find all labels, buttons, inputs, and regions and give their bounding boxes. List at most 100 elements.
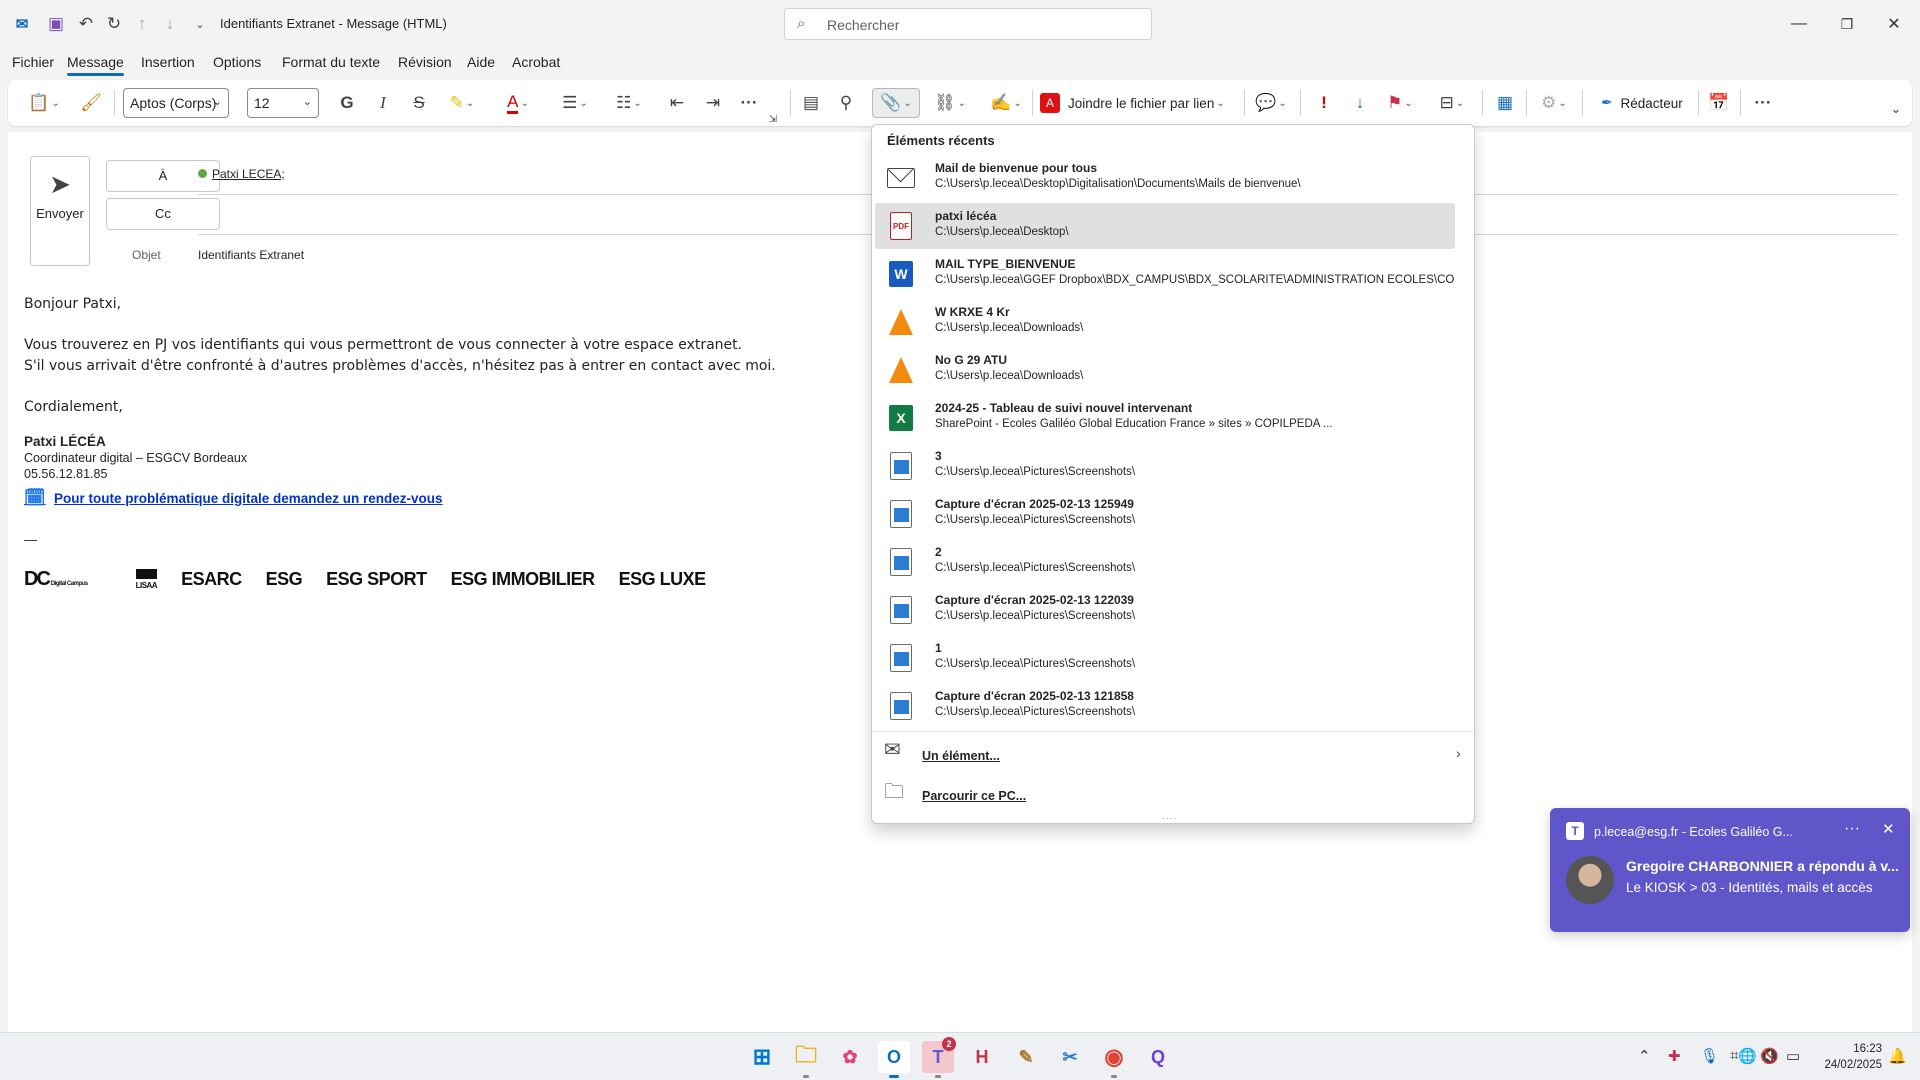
chrome-icon[interactable]: ◉ xyxy=(1098,1041,1130,1078)
recent-item[interactable]: W MAIL TYPE_BIENVENUE C:\Users\p.lecea\G… xyxy=(875,251,1455,297)
restore-button[interactable]: ❐ xyxy=(1832,12,1862,36)
minimize-button[interactable]: — xyxy=(1784,12,1814,36)
search-icon: ⌕ xyxy=(797,15,806,32)
more-icon[interactable]: ··· xyxy=(1844,820,1860,838)
recent-item[interactable]: W KRXE 4 Kr C:\Users\p.lecea\Downloads\ xyxy=(875,299,1455,345)
recent-item[interactable]: 1 C:\Users\p.lecea\Pictures\Screenshots\ xyxy=(875,635,1455,681)
recent-item[interactable]: No G 29 ATU C:\Users\p.lecea\Downloads\ xyxy=(875,347,1455,393)
font-size-dropdown[interactable]: 12 ⌄ xyxy=(247,88,319,118)
file-explorer-icon[interactable]: 🗀 xyxy=(790,1041,822,1078)
separator xyxy=(1300,90,1301,116)
collapse-ribbon-icon[interactable]: ⌄ xyxy=(1886,94,1906,124)
decrease-indent-icon[interactable]: ⇤ xyxy=(664,88,690,118)
h-app-icon[interactable]: H xyxy=(966,1041,998,1073)
mail-icon xyxy=(887,163,915,193)
outlook-taskbar-icon[interactable]: O xyxy=(878,1041,910,1078)
more-format-icon[interactable]: ··· xyxy=(736,88,762,118)
chevron-right-icon[interactable]: › xyxy=(1456,745,1461,761)
tab-message[interactable]: Message xyxy=(67,54,124,76)
browse-pc-option[interactable]: Parcourir ce PC... xyxy=(922,789,1026,803)
tray-app-icon[interactable]: ✚ xyxy=(1668,1047,1681,1065)
signature-button[interactable]: ✍ ⌄ xyxy=(986,88,1026,118)
bold-button[interactable]: G xyxy=(334,88,360,118)
redo-icon[interactable]: ↻ xyxy=(102,12,126,36)
next-item-icon[interactable]: ↓ xyxy=(158,12,182,36)
tab-acrobat[interactable]: Acrobat xyxy=(512,54,560,70)
scheduling-icon[interactable]: 📅 xyxy=(1706,88,1732,118)
check-names-icon[interactable]: ⚲ xyxy=(832,88,860,118)
strikethrough-button[interactable]: S xyxy=(406,88,432,118)
creative-cloud-icon[interactable]: ✿ xyxy=(834,1041,866,1073)
start-icon[interactable]: ⊞ xyxy=(746,1041,778,1073)
tab-revision[interactable]: Révision xyxy=(398,54,452,70)
link-button[interactable]: ⛓ ⌄ xyxy=(926,88,974,118)
tab-aide[interactable]: Aide xyxy=(467,54,495,70)
reply-with-meeting-button[interactable]: 💬 ⌄ xyxy=(1252,88,1290,118)
search-input[interactable]: ⌕ Rechercher xyxy=(784,8,1152,40)
battery-icon[interactable]: ▭ xyxy=(1786,1047,1800,1065)
customize-toolbar-icon[interactable]: ⌄ xyxy=(188,12,212,36)
recent-item[interactable]: Capture d'écran 2025-02-13 121858 C:\Use… xyxy=(875,683,1455,729)
attach-item-option[interactable]: Un élément... xyxy=(922,749,1000,763)
recent-item[interactable]: Capture d'écran 2025-02-13 122039 C:\Use… xyxy=(875,587,1455,633)
save-icon[interactable]: ▣ xyxy=(44,12,68,36)
microphone-icon[interactable]: 🎙 xyxy=(1700,1047,1719,1065)
recent-item-path: C:\Users\p.lecea\Downloads\ xyxy=(935,322,1084,334)
attach-file-button[interactable]: 📎 ⌄ xyxy=(872,88,920,118)
pen-app-icon[interactable]: ✎ xyxy=(1010,1041,1042,1073)
teams-notification[interactable]: T p.lecea@esg.fr - Ecoles Galiléo G... ·… xyxy=(1550,808,1910,932)
follow-up-button[interactable]: ⚑ ⌄ xyxy=(1380,88,1420,118)
recent-item[interactable]: 3 C:\Users\p.lecea\Pictures\Screenshots\ xyxy=(875,443,1455,489)
recent-item[interactable]: Mail de bienvenue pour tous C:\Users\p.l… xyxy=(875,155,1455,201)
teams-taskbar-icon[interactable]: T2 xyxy=(922,1037,956,1078)
cc-button[interactable]: Cc xyxy=(106,198,220,230)
show-hidden-icons-icon[interactable]: ⌃ xyxy=(1638,1047,1651,1065)
apps-icon[interactable]: ▦ xyxy=(1492,88,1518,118)
font-color-button[interactable]: A ⌄ xyxy=(498,88,538,118)
recent-item[interactable]: X 2024-25 - Tableau de suivi nouvel inte… xyxy=(875,395,1455,441)
taskbar: ⊞ 🗀 ✿ O T2 H ✎ ✂ ◉ Q ⌃ ✚ 🎙 ⌗ 🌐 🔇 ▭ 16:23… xyxy=(0,1032,1920,1080)
italic-button[interactable]: I xyxy=(370,88,396,118)
close-button[interactable]: ✕ xyxy=(1879,12,1909,36)
more-options-icon[interactable]: ··· xyxy=(1748,88,1778,118)
volume-muted-icon[interactable]: 🔇 xyxy=(1760,1047,1779,1065)
adobe-share-link-button[interactable]: A Joindre le fichier par lien ⌄ xyxy=(1040,88,1236,118)
paste-button[interactable]: 📋 ⌄ xyxy=(24,88,64,118)
increase-indent-icon[interactable]: ⇥ xyxy=(700,88,726,118)
previous-item-icon[interactable]: ↑ xyxy=(130,12,154,36)
tab-options[interactable]: Options xyxy=(213,54,261,70)
message-body[interactable]: Bonjour Patxi, Vous trouverez en PJ vos … xyxy=(24,294,776,418)
tab-fichier[interactable]: Fichier xyxy=(12,54,54,70)
paperclip-icon: 📎 xyxy=(880,93,902,112)
recent-item[interactable]: PDF patxi lécéa C:\Users\p.lecea\Desktop… xyxy=(875,203,1455,249)
recent-item[interactable]: 2 C:\Users\p.lecea\Pictures\Screenshots\ xyxy=(875,539,1455,585)
low-importance-icon[interactable]: ↓ xyxy=(1350,88,1370,118)
ribbon-toolbar: 📋 ⌄ 🖌 Aptos (Corps) ⌄ 12 ⌄ G I S ✎ ⌄ A ⌄ ☰ ⌄ ☷… xyxy=(8,80,1912,126)
editor-button[interactable]: ✒ Rédacteur xyxy=(1592,88,1692,118)
undo-icon[interactable]: ↶ xyxy=(74,12,98,36)
tab-format-texte[interactable]: Format du texte xyxy=(282,54,380,70)
dialog-launcher-icon[interactable]: ⇲ xyxy=(766,104,780,134)
resize-grip[interactable]: .... xyxy=(1162,811,1177,822)
numbering-button[interactable]: ☷ ⌄ xyxy=(608,88,650,118)
close-icon[interactable]: ✕ xyxy=(1882,820,1895,838)
high-importance-icon[interactable]: ! xyxy=(1314,88,1334,118)
tags-button[interactable]: ⊟ ⌄ xyxy=(1432,88,1472,118)
send-button[interactable]: ➤ Envoyer xyxy=(30,156,90,266)
bullets-button[interactable]: ☰ ⌄ xyxy=(554,88,596,118)
notifications-icon[interactable]: 🔔 xyxy=(1888,1047,1907,1065)
subject-field[interactable]: Identifiants Extranet xyxy=(198,248,304,262)
format-painter-icon[interactable]: 🖌 xyxy=(78,88,104,118)
address-book-icon[interactable]: ▤ xyxy=(798,88,824,118)
tab-insertion[interactable]: Insertion xyxy=(141,54,195,70)
sensitivity-button[interactable]: ⚙ ⌄ xyxy=(1534,88,1574,118)
clock[interactable]: 16:23 24/02/2025 xyxy=(1812,1041,1882,1073)
appointment-link[interactable]: 🗓 Pour toute problématique digitale dema… xyxy=(24,488,443,508)
font-name-dropdown[interactable]: Aptos (Corps) ⌄ xyxy=(123,88,229,118)
snipping-tool-icon[interactable]: ✂ xyxy=(1054,1041,1086,1073)
to-field[interactable]: Patxi LECEA; xyxy=(198,167,285,181)
highlight-button[interactable]: ✎ ⌄ xyxy=(442,88,482,118)
app-icon[interactable]: Q xyxy=(1142,1041,1174,1073)
network-icon[interactable]: 🌐 xyxy=(1738,1047,1757,1065)
recent-item[interactable]: Capture d'écran 2025-02-13 125949 C:\Use… xyxy=(875,491,1455,537)
